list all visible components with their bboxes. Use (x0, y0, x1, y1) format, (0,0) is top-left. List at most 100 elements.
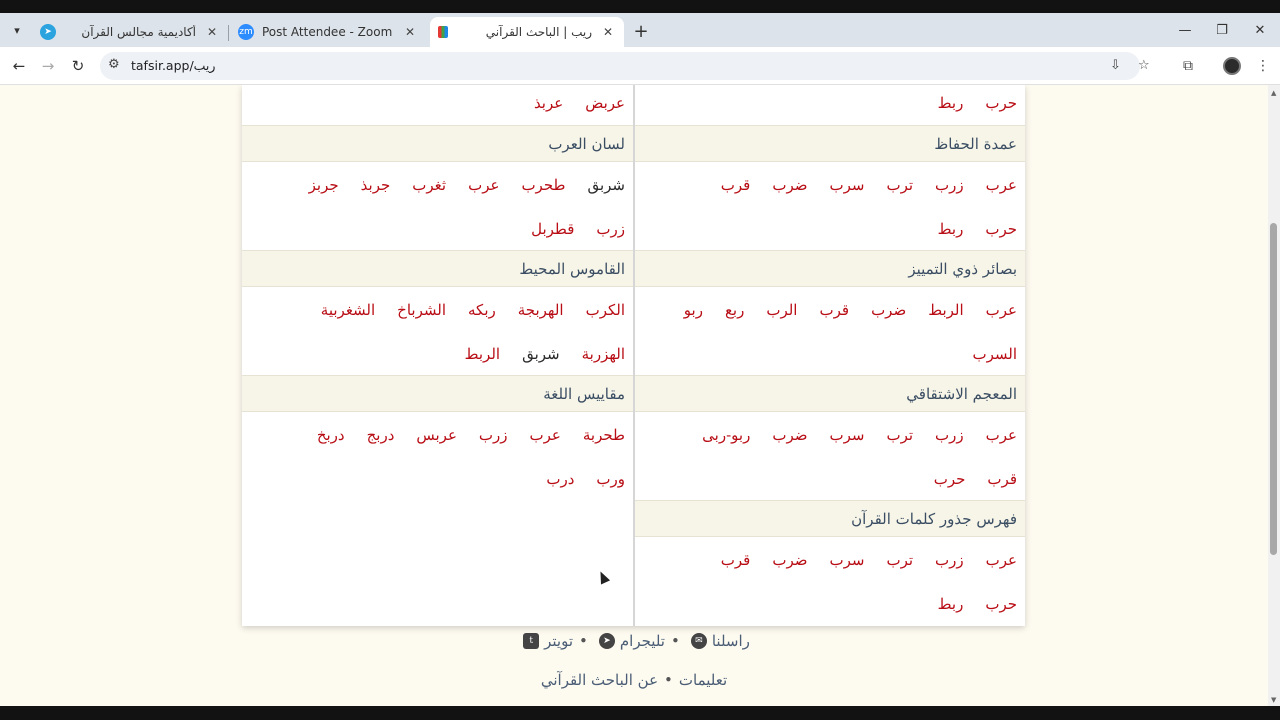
root-link[interactable]: شربق (522, 345, 560, 363)
root-link[interactable]: زرب (479, 426, 508, 444)
root-link[interactable]: جربز (309, 176, 339, 194)
root-link[interactable]: قرب (721, 551, 751, 569)
section-title: عمدة الحفاظ (635, 125, 1025, 162)
word-row: عرب زرب ترب سرب ضرب ربو-ربى (635, 413, 1025, 457)
root-link[interactable]: الربط (928, 301, 963, 319)
about-link[interactable]: عن الباحث القرآني (541, 671, 658, 689)
root-link[interactable]: دربج (367, 426, 395, 444)
root-link[interactable]: ربو (684, 301, 703, 319)
root-link[interactable]: السرب (972, 345, 1017, 363)
root-link[interactable]: الرب (766, 301, 797, 319)
root-link[interactable]: زرب (935, 426, 964, 444)
tab-title: Post Attendee - Zoom (262, 25, 393, 39)
minimize-button[interactable]: — (1167, 17, 1203, 43)
root-link[interactable]: قرب (819, 301, 849, 319)
root-link[interactable]: عرب (986, 301, 1017, 319)
address-bar[interactable]: ⚙ tafsir.app/ريب ⇩ ☆ (100, 52, 1150, 80)
root-link[interactable]: عرب (986, 551, 1017, 569)
footer-separator: • (579, 632, 588, 650)
tab-tafsir[interactable]: ريب | الباحث القرآني ✕ (430, 17, 624, 47)
root-link[interactable]: حرب (985, 94, 1017, 112)
root-link[interactable]: طحربة (583, 426, 625, 444)
root-link[interactable]: عربس (416, 426, 457, 444)
page-scrollbar[interactable]: ▲ ▼ (1268, 85, 1280, 706)
tab-academy[interactable]: ➤ أكاديمية مجالس القرآن ✕ (32, 17, 228, 47)
root-link[interactable]: قرب (987, 470, 1017, 488)
root-link[interactable]: عربذ (534, 94, 563, 112)
root-link[interactable]: سرب (829, 426, 864, 444)
tab-search-button[interactable]: ▾ (6, 19, 28, 41)
root-link[interactable]: جربذ (361, 176, 391, 194)
profile-avatar[interactable] (1223, 57, 1241, 75)
root-link[interactable]: الربط (465, 345, 500, 363)
root-link[interactable]: سرب (829, 551, 864, 569)
root-link[interactable]: حرب (985, 595, 1017, 613)
root-link[interactable]: درب (546, 470, 574, 488)
new-tab-button[interactable]: + (630, 20, 652, 42)
roots-card: حرب ربط عمدة الحفاظ عرب زرب ترب سرب ضرب … (242, 85, 1025, 626)
restore-button[interactable]: ❐ (1204, 17, 1240, 43)
root-link[interactable]: ضرب (772, 551, 807, 569)
word-row: ورب درب (242, 457, 633, 501)
root-link[interactable]: ضرب (772, 426, 807, 444)
root-link[interactable]: عرب (468, 176, 499, 194)
reload-icon: ↻ (71, 57, 85, 75)
root-link[interactable]: عرب (986, 426, 1017, 444)
root-link[interactable]: الهربجة (518, 301, 564, 319)
root-link[interactable]: زرب (596, 220, 625, 238)
root-link[interactable]: ربو-ربى (702, 426, 750, 444)
twitter-link[interactable]: تويتر (544, 632, 573, 650)
close-icon[interactable]: ✕ (600, 25, 616, 39)
root-link[interactable]: ترب (886, 176, 913, 194)
root-link[interactable]: قرب (721, 176, 751, 194)
root-link[interactable]: الكرب (586, 301, 625, 319)
root-link[interactable]: شربق (587, 176, 625, 194)
root-link[interactable]: ربط (938, 220, 964, 238)
scroll-up-icon[interactable]: ▲ (1271, 89, 1276, 97)
root-link[interactable]: الشغربية (321, 301, 375, 319)
bookmark-star-icon[interactable]: ☆ (1138, 58, 1150, 73)
root-link[interactable]: عرب (986, 176, 1017, 194)
root-link[interactable]: الشرباخ (397, 301, 446, 319)
root-link[interactable]: زرب (935, 551, 964, 569)
root-link[interactable]: ربكه (468, 301, 496, 319)
root-link[interactable]: حرب (934, 470, 966, 488)
root-link[interactable]: ترب (886, 551, 913, 569)
root-link[interactable]: دربخ (317, 426, 345, 444)
root-link[interactable]: ضرب (772, 176, 807, 194)
root-link[interactable]: ضرب (871, 301, 906, 319)
forward-button[interactable]: → (37, 55, 59, 77)
root-link[interactable]: طحرب (521, 176, 565, 194)
root-link[interactable]: ربع (725, 301, 744, 319)
root-link[interactable]: ترب (886, 426, 913, 444)
close-window-button[interactable]: ✕ (1242, 17, 1278, 43)
tab-zoom[interactable]: zm Post Attendee - Zoom ✕ (230, 17, 426, 47)
root-link[interactable]: سرب (829, 176, 864, 194)
root-link[interactable]: عرب (530, 426, 561, 444)
close-icon[interactable]: ✕ (402, 25, 418, 39)
root-link[interactable]: قطربل (531, 220, 574, 238)
contact-link[interactable]: راسلنا (712, 632, 750, 650)
back-button[interactable]: ← (8, 55, 30, 77)
root-link[interactable]: ثغرب (412, 176, 446, 194)
telegram-link[interactable]: تليجرام (620, 632, 665, 650)
root-link[interactable]: حرب (985, 220, 1017, 238)
menu-kebab-icon[interactable]: ⋮ (1253, 56, 1273, 76)
site-settings-icon[interactable]: ⚙ (108, 57, 120, 72)
install-app-icon[interactable]: ⇩ (1110, 58, 1121, 73)
extensions-icon[interactable]: ⧉ (1178, 56, 1198, 76)
scrollbar-thumb[interactable] (1270, 223, 1277, 555)
root-link[interactable]: عربض (585, 94, 625, 112)
url-text: tafsir.app/ريب (131, 58, 216, 73)
root-link[interactable]: ربط (938, 94, 964, 112)
scroll-down-icon[interactable]: ▼ (1271, 696, 1276, 704)
close-icon[interactable]: ✕ (204, 25, 220, 39)
root-link[interactable]: ربط (938, 595, 964, 613)
section-title: لسان العرب (242, 125, 633, 162)
root-link[interactable]: الهزربة (582, 345, 625, 363)
root-link[interactable]: زرب (935, 176, 964, 194)
root-link[interactable]: ورب (596, 470, 625, 488)
reload-button[interactable]: ↻ (67, 55, 89, 77)
instructions-link[interactable]: تعليمات (679, 671, 727, 689)
tab-title: أكاديمية مجالس القرآن (81, 25, 196, 39)
